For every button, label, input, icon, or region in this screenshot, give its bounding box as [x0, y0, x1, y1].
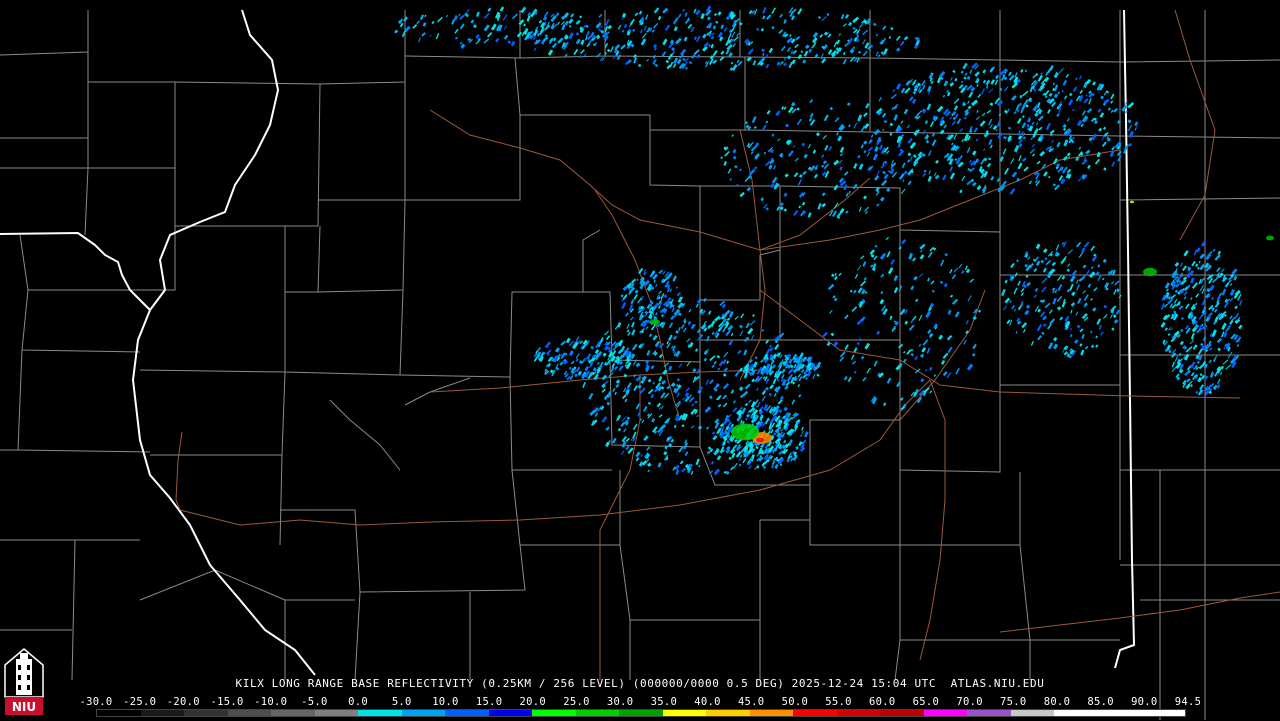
- scale-segment: [184, 710, 228, 716]
- scale-label: 85.0: [1087, 696, 1114, 708]
- scale-segment: [488, 710, 533, 716]
- scale-label: 15.0: [475, 696, 503, 708]
- color-scale-bar: [96, 709, 1186, 717]
- logo-text: NIU: [12, 700, 36, 714]
- scale-label: 40.0: [694, 696, 721, 708]
- scale-segment: [1010, 710, 1055, 716]
- scale-label: 30.0: [606, 696, 634, 708]
- scale-segment: [619, 710, 663, 716]
- scale-label: -20.0: [166, 696, 200, 708]
- scale-segment: [97, 710, 141, 716]
- scale-segment: [749, 710, 794, 716]
- scale-segment: [880, 710, 924, 716]
- scale-segment: [445, 710, 489, 716]
- scale-label: 45.0: [737, 696, 765, 708]
- scale-label: 50.0: [781, 696, 809, 708]
- echo-core: [1266, 235, 1274, 241]
- scale-label: 65.0: [912, 696, 940, 708]
- echo-core: [650, 319, 660, 325]
- scale-segment: [662, 710, 707, 716]
- scale-segment: [227, 710, 272, 716]
- scale-label: 90.0: [1131, 696, 1158, 708]
- scale-label: 60.0: [868, 696, 896, 708]
- radar-map[interactable]: [0, 0, 1280, 720]
- color-scale-labels: -30.0 -25.0 -20.0 -15.0 -10.0 -5.0 0.0 5.0 10.0 1…: [79, 696, 1201, 708]
- scale-label: -15.0: [210, 696, 244, 708]
- scale-label: 20.0: [519, 696, 547, 708]
- scale-segment: [836, 710, 881, 716]
- scale-segment: [314, 710, 359, 716]
- radar-caption: KILX LONG RANGE BASE REFLECTIVITY (0.25K…: [235, 677, 1045, 690]
- scale-label: 94.5: [1174, 696, 1202, 708]
- scale-segment: [575, 710, 620, 716]
- scale-segment: [923, 710, 968, 716]
- scale-segment: [793, 710, 837, 716]
- scale-segment: [706, 710, 750, 716]
- scale-segment: [1097, 710, 1142, 716]
- scale-label: 55.0: [825, 696, 852, 708]
- scale-segment: [967, 710, 1011, 716]
- scale-segment: [1054, 710, 1098, 716]
- scale-label: 5.0: [391, 696, 412, 708]
- scale-label: 80.0: [1043, 696, 1071, 708]
- echo-core: [1143, 267, 1157, 277]
- scale-segment: [271, 710, 315, 716]
- scale-label: 25.0: [563, 696, 590, 708]
- scale-label: -25.0: [123, 696, 157, 708]
- scale-segment: [140, 710, 185, 716]
- scale-label: -5.0: [301, 696, 328, 708]
- echo-core: [1130, 200, 1134, 204]
- scale-label: 0.0: [348, 696, 369, 708]
- scale-label: 70.0: [956, 696, 983, 708]
- scale-label: 35.0: [650, 696, 678, 708]
- scale-segment: [1141, 710, 1185, 716]
- scale-label: -30.0: [79, 696, 113, 708]
- scale-label: 10.0: [432, 696, 459, 708]
- scale-segment: [401, 710, 446, 716]
- echo-core: [756, 437, 764, 443]
- echo-core: [731, 423, 759, 441]
- scale-segment: [358, 710, 402, 716]
- scale-label: -10.0: [254, 696, 288, 708]
- scale-segment: [532, 710, 576, 716]
- scale-label: 75.0: [1000, 696, 1027, 708]
